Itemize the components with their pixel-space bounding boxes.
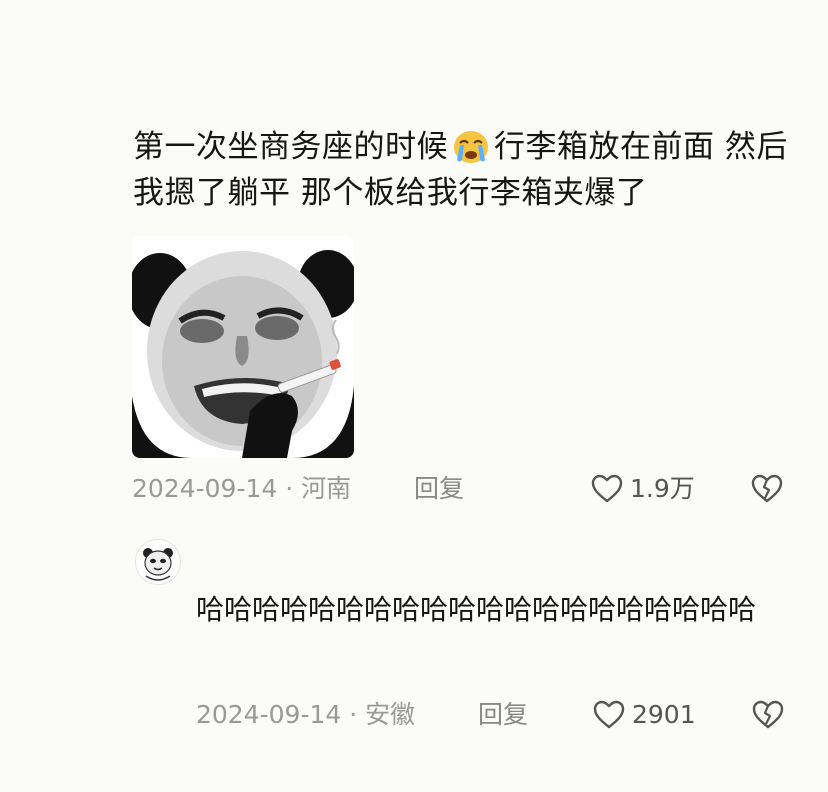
comment-reply-button[interactable]: 回复 [414, 469, 464, 509]
comment-date-location: 2024-09-14 · 河南 [132, 469, 351, 509]
reply-reply-button[interactable]: 回复 [478, 695, 528, 735]
reply-like-count: 2901 [632, 700, 696, 729]
reply-user-avatar[interactable] [135, 539, 181, 585]
reply-text: 哈哈哈哈哈哈哈哈哈哈哈哈哈哈哈哈哈哈哈哈 [196, 593, 757, 626]
comment-date: 2024-09-14 [132, 474, 278, 503]
crying-face-emoji-icon [450, 127, 492, 165]
comment-text-part1: 第一次坐商务座的时候 [133, 129, 448, 165]
reply-like-button[interactable]: 2901 [592, 695, 696, 735]
comment-location: 河南 [301, 474, 352, 503]
reply-location: 安徽 [365, 700, 416, 729]
separator-dot: · [277, 474, 302, 503]
meme-sticker-image[interactable] [132, 236, 354, 458]
reply-meta: 2024-09-14 · 安徽 回复 2901 [196, 695, 792, 735]
reply-date-location: 2024-09-14 · 安徽 [196, 695, 415, 735]
heart-icon [591, 474, 623, 503]
heart-icon [593, 700, 625, 729]
broken-heart-icon[interactable] [751, 698, 785, 732]
comment-like-button[interactable]: 1.9万 [590, 469, 695, 509]
separator-dot: · [341, 700, 366, 729]
comment-text: 第一次坐商务座的时候 行李箱放在前面 然后我摁了躺平 那个板给我行李箱夹爆了 [133, 124, 798, 216]
reply-date: 2024-09-14 [196, 700, 342, 729]
comment-meta: 2024-09-14 · 河南 回复 1.9万 [132, 469, 792, 509]
broken-heart-icon[interactable] [750, 472, 784, 506]
comment-like-count: 1.9万 [630, 474, 695, 503]
